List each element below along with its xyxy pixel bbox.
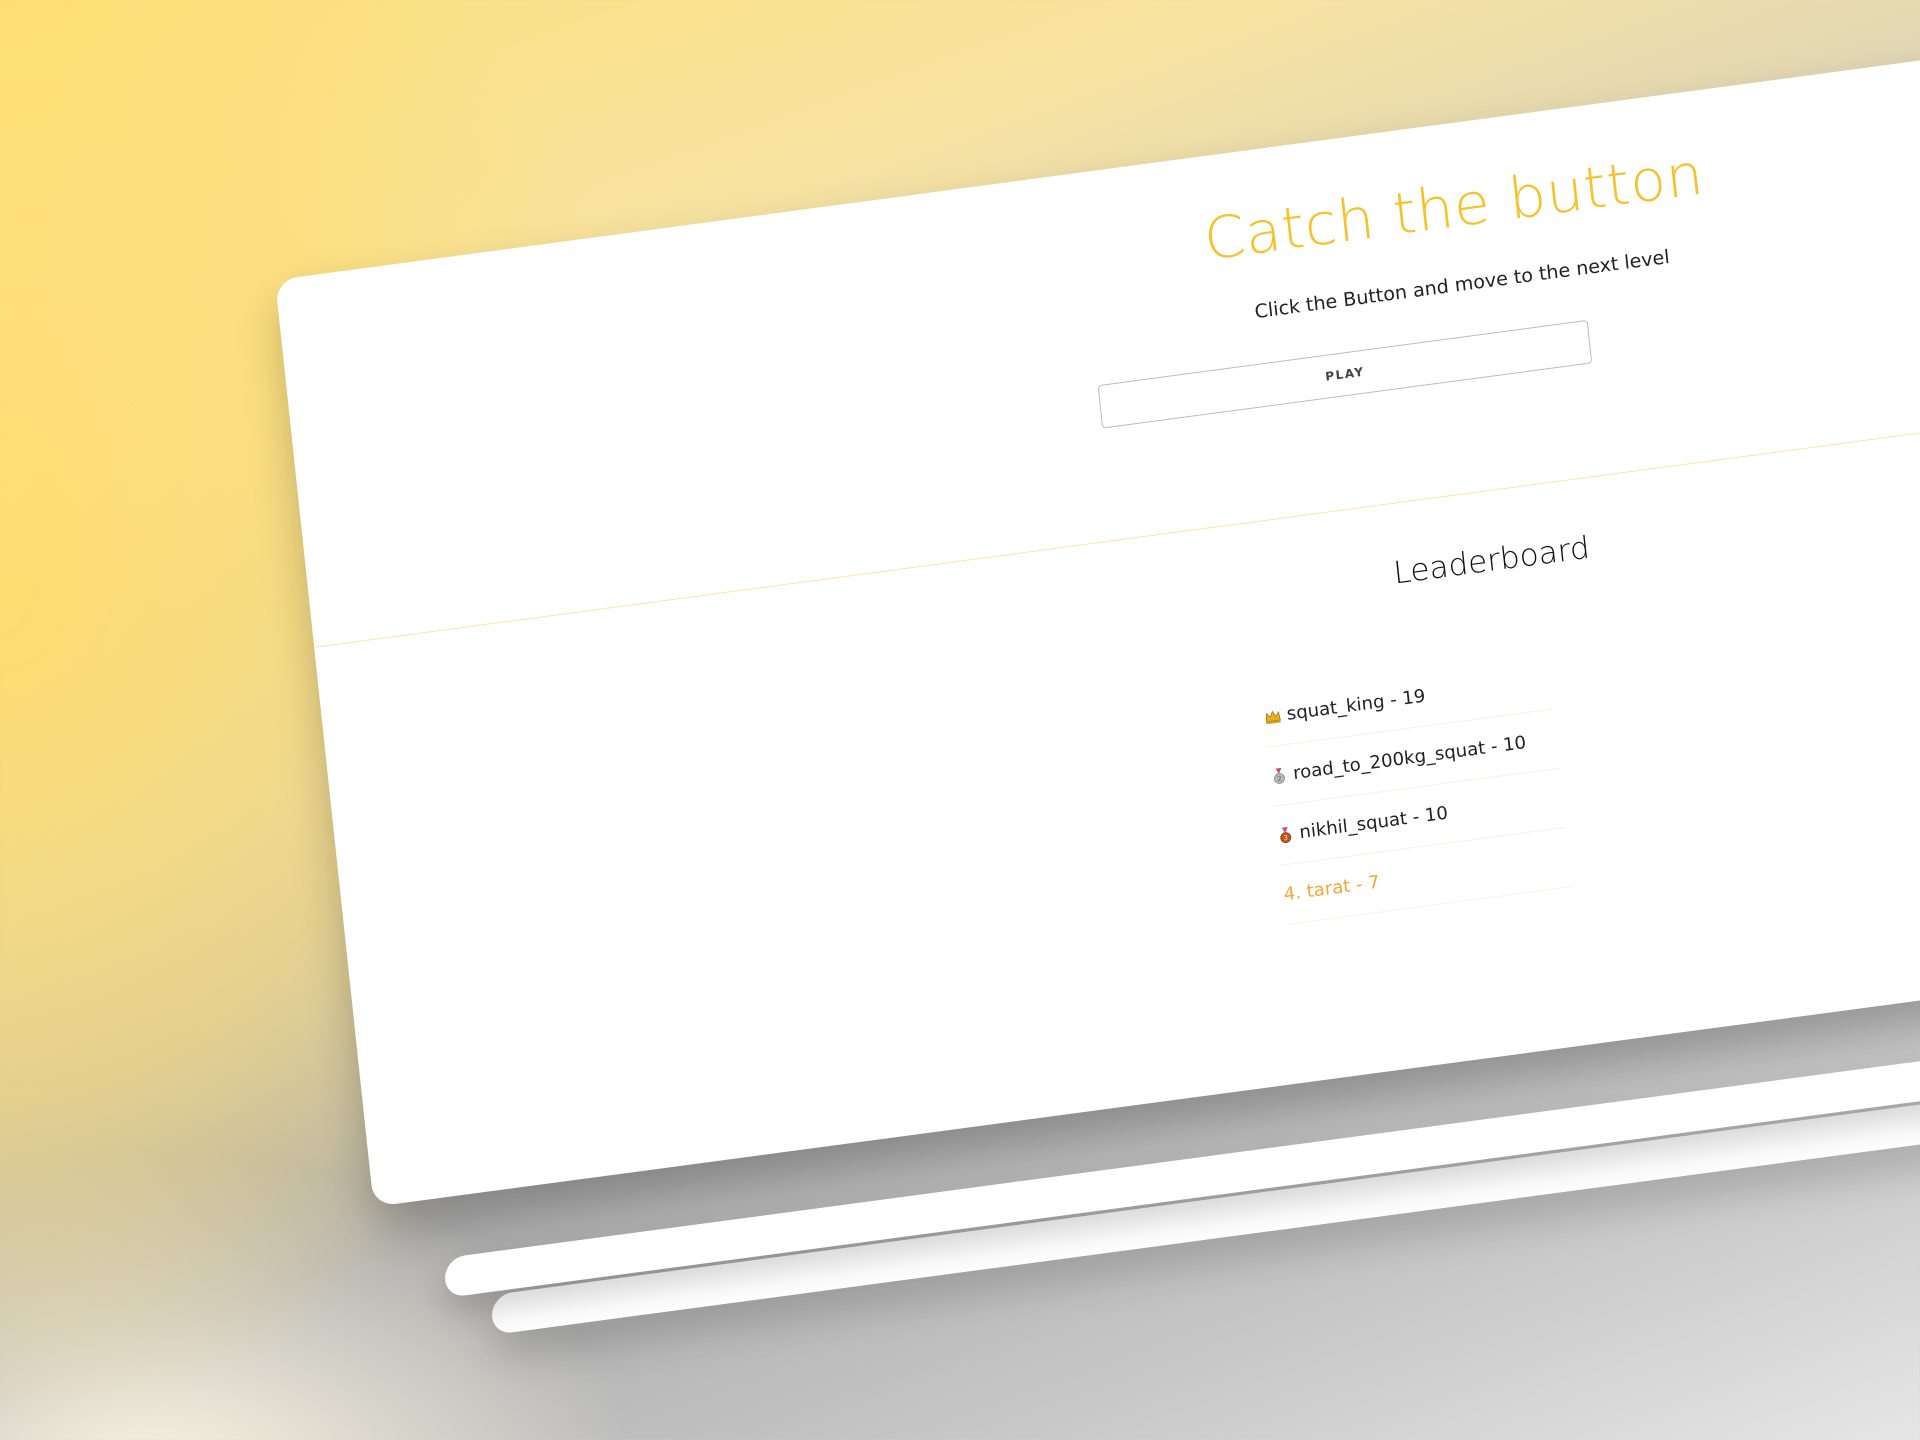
play-button[interactable]: PLAY — [1097, 319, 1593, 429]
leaderboard-entry-text: 4. tarat - 7 — [1282, 871, 1381, 906]
game-card: Catch the button Click the Button and mo… — [275, 42, 1920, 1207]
svg-text:2: 2 — [1277, 774, 1282, 782]
background-scene: Catch the button Click the Button and mo… — [0, 0, 1920, 1440]
game-content: Catch the button Click the Button and mo… — [275, 42, 1920, 1206]
leaderboard-entry-text: nikhil_squat - 10 — [1298, 802, 1449, 844]
leaderboard-list: squat_king - 19 2 road_to_200kg_squat - … — [1261, 650, 1572, 925]
bronze-medal-icon: 3 — [1277, 826, 1295, 844]
leaderboard-entry-text: road_to_200kg_squat - 10 — [1292, 732, 1528, 785]
leaderboard-entry-text: squat_king - 19 — [1285, 685, 1427, 725]
svg-text:3: 3 — [1283, 833, 1288, 841]
crown-icon — [1264, 707, 1282, 725]
page-title: Catch the button — [1200, 139, 1707, 274]
silver-medal-icon: 2 — [1270, 767, 1288, 785]
leaderboard-title: Leaderboard — [1391, 529, 1592, 592]
